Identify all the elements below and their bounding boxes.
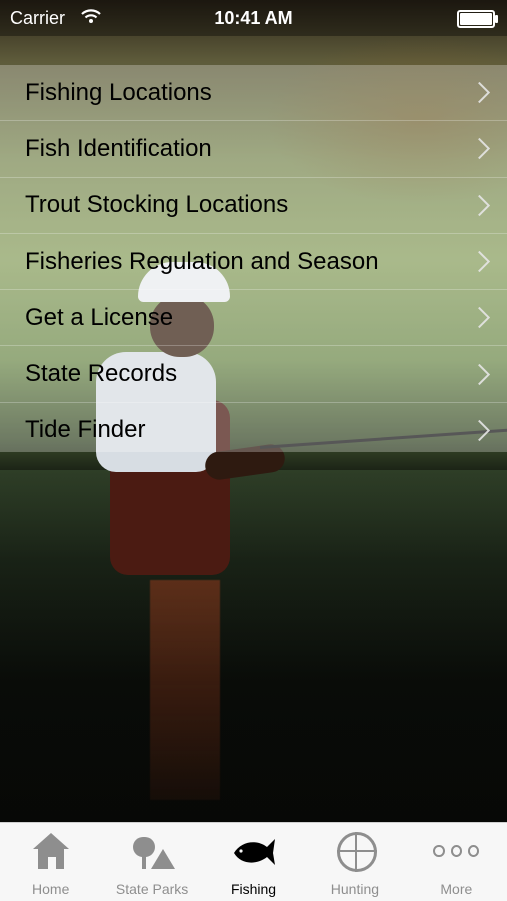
menu-item-fish-identification[interactable]: Fish Identification	[0, 121, 507, 178]
tab-more[interactable]: More	[406, 823, 507, 901]
tab-home[interactable]: Home	[0, 823, 101, 901]
chevron-right-icon	[468, 194, 491, 216]
chevron-right-icon	[468, 363, 491, 385]
tab-label: Home	[32, 881, 70, 897]
deer-target-icon	[332, 831, 378, 872]
tab-label: Fishing	[230, 881, 277, 897]
menu-item-label: Get a License	[25, 303, 174, 331]
tab-label: State Parks	[115, 881, 189, 897]
fish-icon	[231, 831, 277, 871]
tab-fishing[interactable]: Fishing	[203, 823, 304, 901]
menu-item-label: Fish Identification	[25, 134, 212, 162]
battery-icon	[457, 10, 498, 28]
tree-tent-icon	[129, 831, 176, 871]
chevron-right-icon	[468, 82, 491, 104]
menu-item-label: Fisheries Regulation and Season	[25, 247, 379, 275]
menu-item-label: Tide Finder	[25, 416, 146, 444]
chevron-right-icon	[468, 307, 491, 329]
menu-item-trout-stocking-locations[interactable]: Trout Stocking Locations	[0, 178, 507, 234]
menu-item-get-license[interactable]: Get a License	[0, 290, 507, 347]
menu-item-fisheries-regulation[interactable]: Fisheries Regulation and Season	[0, 234, 507, 291]
tab-label: Hunting	[330, 881, 380, 897]
reflection	[150, 580, 220, 800]
menu-item-label: Fishing Locations	[25, 78, 212, 106]
fishing-menu: Fishing Locations Fish Identification Tr…	[0, 65, 507, 452]
home-icon	[28, 831, 74, 871]
menu-item-label: Trout Stocking Locations	[25, 191, 289, 219]
chevron-right-icon	[468, 250, 491, 273]
chevron-right-icon	[468, 138, 491, 160]
status-time: 10:41 AM	[214, 8, 293, 28]
chevron-right-icon	[468, 419, 491, 442]
tab-bar: Home State Parks Fishing Hunting More	[0, 822, 507, 901]
menu-item-tide-finder[interactable]: Tide Finder	[0, 403, 507, 458]
menu-item-label: State Records	[25, 360, 178, 388]
tab-hunting[interactable]: Hunting	[304, 823, 405, 901]
status-bar: Carrier 10:41 AM	[0, 0, 507, 36]
tab-label: More	[440, 881, 473, 897]
menu-item-fishing-locations[interactable]: Fishing Locations	[0, 65, 507, 122]
ellipsis-icon	[433, 831, 480, 871]
menu-item-state-records[interactable]: State Records	[0, 346, 507, 403]
tab-state-parks[interactable]: State Parks	[101, 823, 202, 901]
